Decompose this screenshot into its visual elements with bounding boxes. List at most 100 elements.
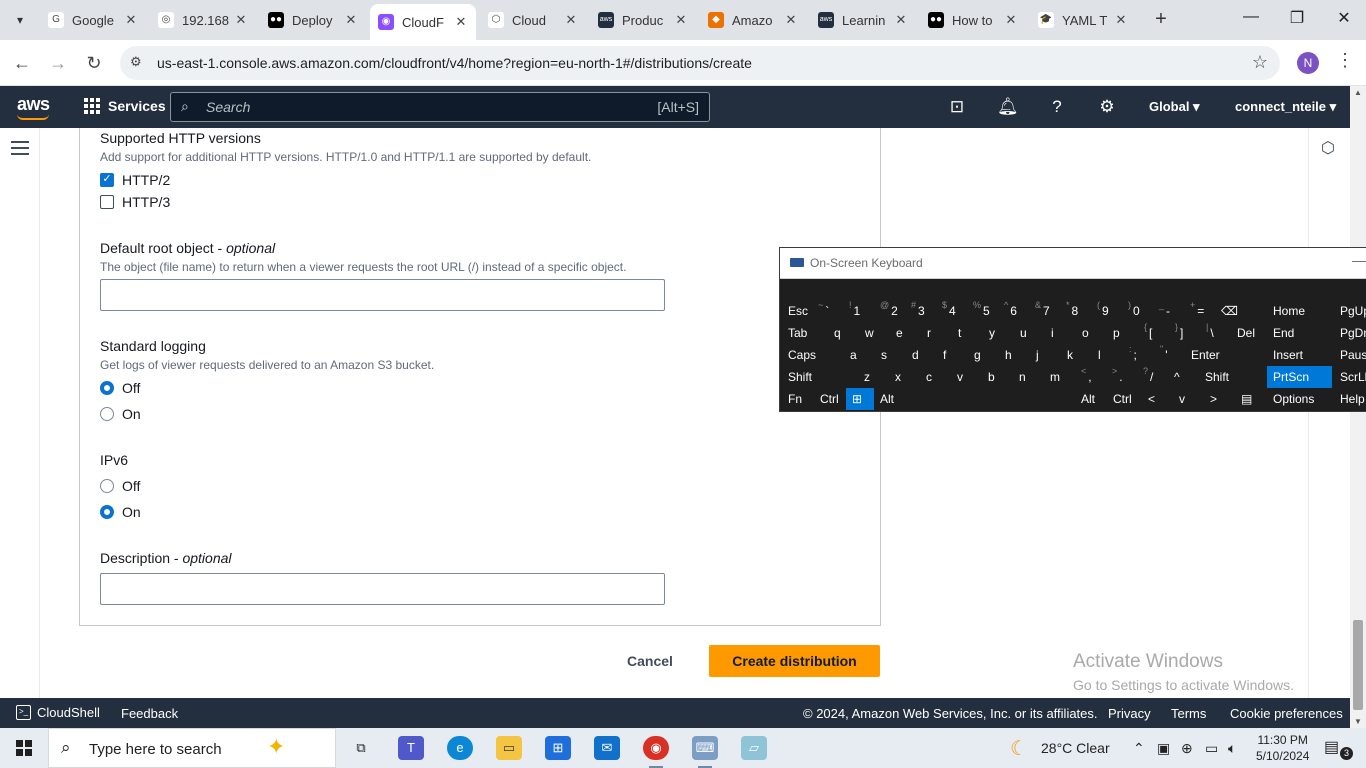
ipv6-off-label[interactable]: Off [122, 478, 140, 494]
osk-key[interactable]: * 8 [1060, 300, 1091, 322]
osk-key[interactable]: ▤ [1235, 388, 1263, 410]
osk-key[interactable]: ^ [1168, 366, 1199, 388]
browser-tab[interactable]: ◉ CloudF ✕ [370, 4, 476, 40]
osk-key[interactable]: #3 [905, 300, 936, 322]
osk-nav-key[interactable]: Options [1267, 388, 1332, 410]
meet-now-icon[interactable]: ▣ [1157, 740, 1170, 757]
osk-key[interactable]: Alt [1075, 388, 1107, 410]
osk-key[interactable]: ! 1 [843, 300, 874, 322]
forward-icon[interactable]: → [46, 52, 70, 74]
description-input[interactable] [100, 573, 665, 605]
osk-key[interactable]: ^ 6 [998, 300, 1029, 322]
volume-icon[interactable]: 🔈︎ [1228, 740, 1236, 757]
osk-nav-key[interactable]: Home [1267, 300, 1332, 322]
teams-icon[interactable]: T [398, 736, 424, 760]
tab-close-icon[interactable]: ✕ [1112, 12, 1130, 28]
feedback-link[interactable]: Feedback [121, 706, 178, 721]
osk-key[interactable]: ⊞ [846, 388, 874, 410]
osk-key[interactable]: " ' [1154, 344, 1185, 366]
settings-gear-icon[interactable]: ⚙ [1097, 97, 1117, 117]
osk-key[interactable]: > [1204, 388, 1235, 410]
ipv6-on-label[interactable]: On [122, 504, 141, 520]
ipv6-off-radio[interactable] [100, 479, 114, 493]
osk-key[interactable]: (9 [1091, 300, 1122, 322]
http3-label[interactable]: HTTP/3 [122, 194, 170, 210]
cookie-preferences-link[interactable]: Cookie preferences [1230, 706, 1343, 721]
http2-checkbox[interactable]: ✓ [100, 173, 114, 187]
osk-key[interactable]: u [1014, 322, 1045, 344]
osk-key[interactable]: x [889, 366, 920, 388]
file-explorer-icon[interactable]: ▭ [496, 736, 522, 760]
tab-search-icon[interactable]: ▾ [8, 8, 32, 32]
notepad-icon[interactable]: ▱ [741, 736, 767, 760]
scrollbar-thumb[interactable] [1353, 620, 1363, 710]
tab-close-icon[interactable]: ✕ [342, 12, 360, 28]
osk-key[interactable]: <, [1075, 366, 1106, 388]
osk-key[interactable]: Alt [874, 388, 905, 410]
osk-key[interactable] [905, 388, 1075, 410]
osk-key[interactable]: Shift [782, 366, 858, 388]
osk-key[interactable]: Enter [1185, 344, 1263, 366]
close-window-button[interactable]: ✕ [1329, 8, 1359, 28]
osk-key[interactable]: }] [1169, 322, 1200, 344]
osk-key[interactable]: v [951, 366, 982, 388]
osk-key[interactable]: b [982, 366, 1013, 388]
search-highlight-icon[interactable]: ✦ [267, 734, 285, 760]
browser-tab[interactable]: aws Produc ✕ [590, 6, 696, 34]
osk-key[interactable]: c [920, 366, 951, 388]
osk-nav-key[interactable]: End [1267, 322, 1332, 344]
site-info-icon[interactable]: ⚙ [130, 54, 142, 70]
osk-key[interactable]: ) 0 [1122, 300, 1153, 322]
osk-key[interactable]: :; [1123, 344, 1154, 366]
network-icon[interactable]: ⊕ [1181, 740, 1193, 757]
hamburger-menu-icon[interactable] [11, 141, 29, 155]
scroll-up-icon[interactable]: ▲ [1354, 88, 1362, 97]
tab-close-icon[interactable]: ✕ [892, 12, 910, 28]
osk-nav-key[interactable]: ScrLk [1334, 366, 1366, 388]
osk-key[interactable]: Ctrl [814, 388, 846, 410]
create-distribution-button[interactable]: Create distribution [709, 645, 880, 677]
osk-key[interactable]: < [1142, 388, 1173, 410]
osk-key[interactable]: Tab [782, 322, 828, 344]
cancel-button[interactable]: Cancel [614, 645, 686, 677]
logging-on-radio[interactable] [100, 407, 114, 421]
browser-tab[interactable]: ●● Deploy ✕ [260, 6, 366, 34]
osk-key[interactable]: @2 [874, 300, 905, 322]
profile-avatar[interactable]: N [1297, 52, 1319, 74]
osk-key[interactable]: s [875, 344, 906, 366]
osk-key[interactable]: j [1030, 344, 1061, 366]
tray-overflow-icon[interactable]: ⌃ [1133, 740, 1145, 757]
browser-tab[interactable]: aws Learnin ✕ [810, 6, 916, 34]
osk-nav-key[interactable]: PgDn [1334, 322, 1366, 344]
restore-button[interactable]: ❐ [1282, 8, 1312, 28]
aws-search-input[interactable]: ⌕ Search [Alt+S] [170, 92, 710, 122]
osk-title-bar[interactable]: On-Screen Keyboard — [780, 248, 1366, 279]
osk-minimize-icon[interactable]: — [1352, 252, 1366, 268]
new-tab-button[interactable]: + [1150, 8, 1172, 32]
chrome-icon[interactable]: ◉ [643, 736, 669, 768]
reload-icon[interactable]: ↻ [82, 52, 106, 74]
osk-nav-key[interactable]: PgUp [1334, 300, 1366, 322]
osk-key[interactable]: n [1013, 366, 1044, 388]
browser-tab[interactable]: ⬡ Cloud ✕ [480, 6, 586, 34]
minimize-button[interactable]: — [1236, 8, 1266, 26]
osk-key[interactable]: r [921, 322, 952, 344]
osk-nav-key[interactable]: PrtScn [1267, 366, 1332, 388]
browser-tab[interactable]: ●● How to ✕ [920, 6, 1026, 34]
bookmark-star-icon[interactable]: ☆ [1252, 52, 1268, 73]
osk-key[interactable]: >. [1106, 366, 1137, 388]
tab-close-icon[interactable]: ✕ [562, 12, 580, 28]
help-icon[interactable]: ? [1047, 97, 1067, 117]
osk-app-icon[interactable]: ⌨ [692, 736, 718, 768]
osk-key[interactable]: Caps [782, 344, 844, 366]
osk-nav-key[interactable]: Pause [1334, 344, 1366, 366]
http3-checkbox[interactable] [100, 195, 114, 209]
osk-key[interactable]: & 7 [1029, 300, 1060, 322]
logging-off-radio[interactable] [100, 381, 114, 395]
tab-close-icon[interactable]: ✕ [232, 12, 250, 28]
notifications-bell-icon[interactable]: 🔔︎ [997, 97, 1019, 117]
privacy-link[interactable]: Privacy [1108, 706, 1151, 721]
taskbar-search-box[interactable]: ⌕ Type here to search ✦ [48, 728, 336, 768]
browser-tab[interactable]: ◎ 192.168 ✕ [150, 6, 256, 34]
osk-key[interactable]: ⌫ [1215, 300, 1263, 322]
